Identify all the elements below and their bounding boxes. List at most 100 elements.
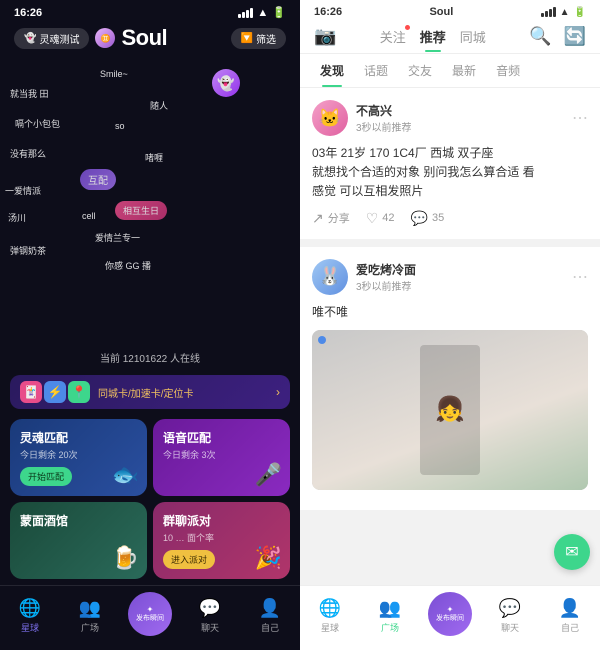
r-square-icon: 👥 <box>379 598 401 619</box>
square-label: 广场 <box>81 621 99 634</box>
refresh-icon[interactable]: 🔄 <box>564 26 586 47</box>
right-nav-self[interactable]: 👤 自己 <box>540 598 600 634</box>
post-1-more-icon[interactable]: ⋯ <box>572 108 588 128</box>
chat-label: 聊天 <box>201 621 219 634</box>
promo-label: 同城卡/加速卡/定位卡 <box>98 385 268 400</box>
ctab-latest[interactable]: 最新 <box>442 54 486 87</box>
floating-avatar: 👻 <box>212 69 240 97</box>
post-image-inner: 👧 <box>312 330 588 490</box>
like-count: 42 <box>382 212 394 224</box>
post-1-share[interactable]: ↗ 分享 <box>312 210 350 227</box>
word-bag: 嗝个小包包 <box>15 117 60 130</box>
ctab-discover[interactable]: 发现 <box>310 54 354 87</box>
left-nav-publish[interactable]: ✦ 发布瞬间 <box>120 592 180 640</box>
r-self-label: 自己 <box>561 621 579 634</box>
right-wifi-icon: ▲ <box>560 7 570 18</box>
post-2-username: 爱吃烤冷面 <box>356 261 564 278</box>
ctab-topic[interactable]: 话题 <box>354 54 398 87</box>
promo-icons: 🃏 ⚡ 📍 <box>20 381 90 403</box>
left-status-icons: ▲ 🔋 <box>238 6 286 19</box>
right-nav-publish[interactable]: ✦ 发布瞬间 <box>420 592 480 640</box>
comment-icon: 💬 <box>411 210 428 227</box>
right-status-bar: 16:26 Soul ▲ 🔋 <box>300 0 600 20</box>
group-party-subtitle: 10 … 面个率 <box>163 531 280 544</box>
tab-recommend[interactable]: 推荐 <box>420 27 446 46</box>
word-meiyou: 没有那么 <box>10 147 46 160</box>
soul-match-cta[interactable]: 开始匹配 <box>20 467 72 486</box>
right-time: 16:26 <box>314 6 342 18</box>
left-nav-planet[interactable]: 🌐 星球 <box>0 598 60 634</box>
word-suiren: 随人 <box>150 99 168 112</box>
self-label: 自己 <box>261 621 279 634</box>
post-1-meta: 不高兴 3秒以前推荐 <box>356 102 564 134</box>
r-chat-icon: 💬 <box>499 598 521 619</box>
left-nav-square[interactable]: 👥 广场 <box>60 598 120 634</box>
right-bottom-nav: 🌐 星球 👥 广场 ✦ 发布瞬间 💬 聊天 👤 自己 <box>300 585 600 650</box>
left-header-left: 👻 灵魂测试 ♊ Soul <box>14 25 167 51</box>
feature-grid: 灵魂匹配 今日剩余 20次 开始匹配 🐟 语音匹配 今日剩余 3次 🎤 群聊派对… <box>0 413 300 585</box>
r-publish-center-button[interactable]: ✦ 发布瞬间 <box>428 592 472 636</box>
word-cell: cell <box>82 211 96 221</box>
right-nav-planet[interactable]: 🌐 星球 <box>300 598 360 634</box>
voice-match-title: 语音匹配 <box>163 429 280 446</box>
left-nav-self[interactable]: 👤 自己 <box>240 598 300 634</box>
mirror-figure: 👧 <box>420 345 480 475</box>
r-self-icon: 👤 <box>559 598 581 619</box>
r-chat-label: 聊天 <box>501 621 519 634</box>
tab-follow[interactable]: 关注 <box>380 27 406 46</box>
right-header-tabs: 关注 推荐 同城 <box>380 27 486 46</box>
soul-match-title: 灵魂匹配 <box>20 429 137 446</box>
ctab-audio[interactable]: 音频 <box>486 54 530 87</box>
left-time: 16:26 <box>14 7 42 19</box>
share-label: 分享 <box>328 210 350 226</box>
soul-match-card[interactable]: 灵魂匹配 今日剩余 20次 开始匹配 🐟 <box>10 419 147 496</box>
post-1-avatar: 🐱 <box>312 100 348 136</box>
r-planet-label: 星球 <box>321 621 339 634</box>
left-bottom-nav: 🌐 星球 👥 广场 ✦ 发布瞬间 💬 聊天 👤 自己 <box>0 585 300 650</box>
comment-count: 35 <box>432 212 444 224</box>
square-icon: 👥 <box>79 598 101 619</box>
voice-match-card[interactable]: 语音匹配 今日剩余 3次 🎤 <box>153 419 290 496</box>
right-nav-chat[interactable]: 💬 聊天 <box>480 598 540 634</box>
gemini-icon: ♊ <box>95 28 115 48</box>
filter-funnel-icon: 🔽 <box>241 33 253 44</box>
feed: 🐱 不高兴 3秒以前推荐 ⋯ 03年 21岁 170 1C4厂 西城 双子座 就… <box>300 88 600 585</box>
online-count: 当前 12101622 人在线 <box>0 344 300 371</box>
word-tangchuan: 汤川 <box>8 211 26 224</box>
post-2-avatar: 🐰 <box>312 259 348 295</box>
post-1-like[interactable]: ♡ 42 <box>366 210 395 227</box>
post-1-comment[interactable]: 💬 35 <box>411 210 445 227</box>
masked-bar-emoji: 🍺 <box>112 545 139 571</box>
tab-nearby[interactable]: 同城 <box>460 27 486 46</box>
left-nav-chat[interactable]: 💬 聊天 <box>180 598 240 634</box>
word-milk: 弹钢奶茶 <box>10 244 46 257</box>
ctab-friends[interactable]: 交友 <box>398 54 442 87</box>
mail-icon: ✉ <box>565 542 578 562</box>
filter-button[interactable]: 🔽 筛选 <box>231 28 286 49</box>
left-header: 👻 灵魂测试 ♊ Soul 🔽 筛选 <box>0 21 300 59</box>
post-2-more-icon[interactable]: ⋯ <box>572 267 588 287</box>
masked-bar-card[interactable]: 蒙面酒馆 🍺 <box>10 502 147 579</box>
planet-icon: 🌐 <box>19 598 41 619</box>
camera-icon[interactable]: 📷 <box>314 26 336 47</box>
signal-icon <box>238 8 253 18</box>
post-1: 🐱 不高兴 3秒以前推荐 ⋯ 03年 21岁 170 1C4厂 西城 双子座 就… <box>300 88 600 239</box>
r-planet-icon: 🌐 <box>319 598 341 619</box>
right-header-icons: 🔍 🔄 <box>529 26 586 47</box>
word-gg: 你感 GG 播 <box>105 259 151 272</box>
group-party-cta[interactable]: 进入派对 <box>163 550 215 569</box>
right-panel: 16:26 Soul ▲ 🔋 📷 关注 推荐 同城 🔍 🔄 发现 话题 <box>300 0 600 650</box>
battery-icon: 🔋 <box>272 6 286 19</box>
promo-card[interactable]: 🃏 ⚡ 📍 同城卡/加速卡/定位卡 › <box>10 375 290 409</box>
promo-arrow-icon: › <box>276 385 280 399</box>
image-dot <box>318 336 326 344</box>
ghost-test-button[interactable]: 👻 灵魂测试 <box>14 28 89 49</box>
mail-button[interactable]: ✉ <box>554 534 590 570</box>
publish-center-button[interactable]: ✦ 发布瞬间 <box>128 592 172 636</box>
right-nav-square[interactable]: 👥 广场 <box>360 598 420 634</box>
group-party-card[interactable]: 群聊派对 10 … 面个率 进入派对 🎉 <box>153 502 290 579</box>
post-2-time: 3秒以前推荐 <box>356 278 564 293</box>
soul-match-emoji: 🐟 <box>112 462 139 488</box>
search-icon[interactable]: 🔍 <box>529 26 551 47</box>
card-icon-2: ⚡ <box>44 381 66 403</box>
